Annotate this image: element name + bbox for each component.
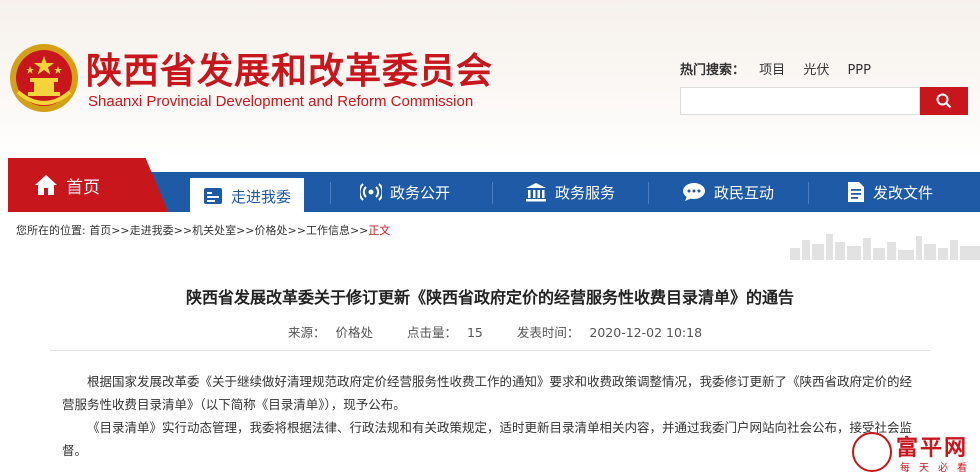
hot-search: 热门搜索： 项目 光伏 PPP [680,59,885,78]
meta-clicks-value: 15 [466,325,483,340]
chat-icon [682,182,706,202]
breadcrumb-separator: >> [236,224,255,237]
skyline-decoration [790,234,980,260]
watermark-logo-icon [852,432,892,472]
breadcrumb-separator: >> [173,224,193,237]
breadcrumb-separator: >> [349,224,369,237]
nav-item-label: 政民互动 [713,183,774,202]
hot-keyword-link[interactable]: 项目 [759,63,785,78]
site-title[interactable]: 陕西省发展和改革委员会 [86,42,493,94]
breadcrumb-separator: >> [111,224,130,237]
meta-date-value: 2020-12-02 10:18 [589,325,703,340]
breadcrumb-link[interactable]: 走进我委 [130,224,174,237]
breadcrumb-link[interactable]: 工作信息 [306,224,350,237]
id-card-icon [203,187,223,205]
article-paragraph: 《目录清单》实行动态管理，我委将根据法律、行政法规和有关政策规定，适时更新目录清… [62,420,913,458]
nav-item-label: 发改文件 [872,183,933,202]
home-icon [35,175,57,195]
breadcrumb-prefix: 您所在的位置: [16,224,86,237]
meta-clicks-label: 点击量： [406,325,457,340]
document-icon [847,181,865,203]
search-icon [936,93,952,109]
nav-divider [330,182,331,204]
hot-search-label: 热门搜索： [680,63,746,78]
article-paragraph: 根据国家发展改革委《关于继续做好清理规范政府定价经营服务性收费工作的通知》要求和… [62,374,913,412]
nav-item-public-affairs[interactable]: 政务公开 [340,172,470,212]
nav-home[interactable]: 首页 [8,158,168,212]
breadcrumb-link[interactable]: 首页 [89,224,111,237]
main-nav: 首页 走进我委 政务公开 政务服务 政民互动 发改文件 [0,158,980,214]
breadcrumb: 您所在的位置: 首页>>走进我委>>机关处室>>价格处>>工作信息>>正文 [16,222,390,238]
breadcrumb-current: 正文 [368,224,391,237]
hot-keyword-link[interactable]: PPP [847,63,871,78]
national-emblem-icon [10,44,78,112]
search-button[interactable] [920,87,968,115]
search-input[interactable] [681,88,919,114]
watermark-text: 富平网 [896,435,969,461]
meta-date-label: 发表时间： [516,325,580,340]
nav-item-about[interactable]: 走进我委 [190,178,304,214]
hot-keyword-link[interactable]: 光伏 [803,63,829,78]
meta-clicks: 点击量： 15 [397,325,483,340]
nav-item-documents[interactable]: 发改文件 [820,172,960,212]
meta-source-value: 价格处 [335,325,373,340]
meta-source: 来源： 价格处 [278,325,373,340]
watermark-subtext: 每天必看 [900,463,976,474]
nav-item-label: 走进我委 [230,187,291,206]
site-subtitle: Shaanxi Provincial Development and Refor… [88,93,474,110]
nav-item-label: 政务公开 [389,183,450,202]
article-meta: 来源： 价格处 点击量： 15 发表时间： 2020-12-02 10:18 [0,322,980,341]
nav-item-gov-services[interactable]: 政务服务 [500,172,640,212]
building-icon [525,182,547,202]
meta-source-label: 来源： [287,325,326,340]
search-field[interactable] [680,87,920,115]
nav-divider [492,182,493,204]
nav-item-interaction[interactable]: 政民互动 [658,172,798,212]
breadcrumb-link[interactable]: 价格处 [255,224,288,237]
content-divider [50,350,930,351]
article-title: 陕西省发展改革委关于修订更新《陕西省政府定价的经营服务性收费目录清单》的通告 [185,288,794,307]
nav-home-label: 首页 [66,177,100,198]
breadcrumb-link[interactable]: 机关处室 [192,224,236,237]
nav-item-label: 政务服务 [554,183,615,202]
watermark: 富平网 每天必看 [852,432,978,474]
nav-divider [808,182,809,204]
meta-date: 发表时间： 2020-12-02 10:18 [507,325,702,340]
broadcast-icon [359,181,382,203]
breadcrumb-separator: >> [287,224,306,237]
nav-divider [648,182,649,204]
site-header: 陕西省发展和改革委员会 Shaanxi Provincial Developme… [0,0,980,160]
article-body: 根据国家发展改革委《关于继续做好清理规范政府定价经营服务性收费工作的通知》要求和… [62,370,922,462]
